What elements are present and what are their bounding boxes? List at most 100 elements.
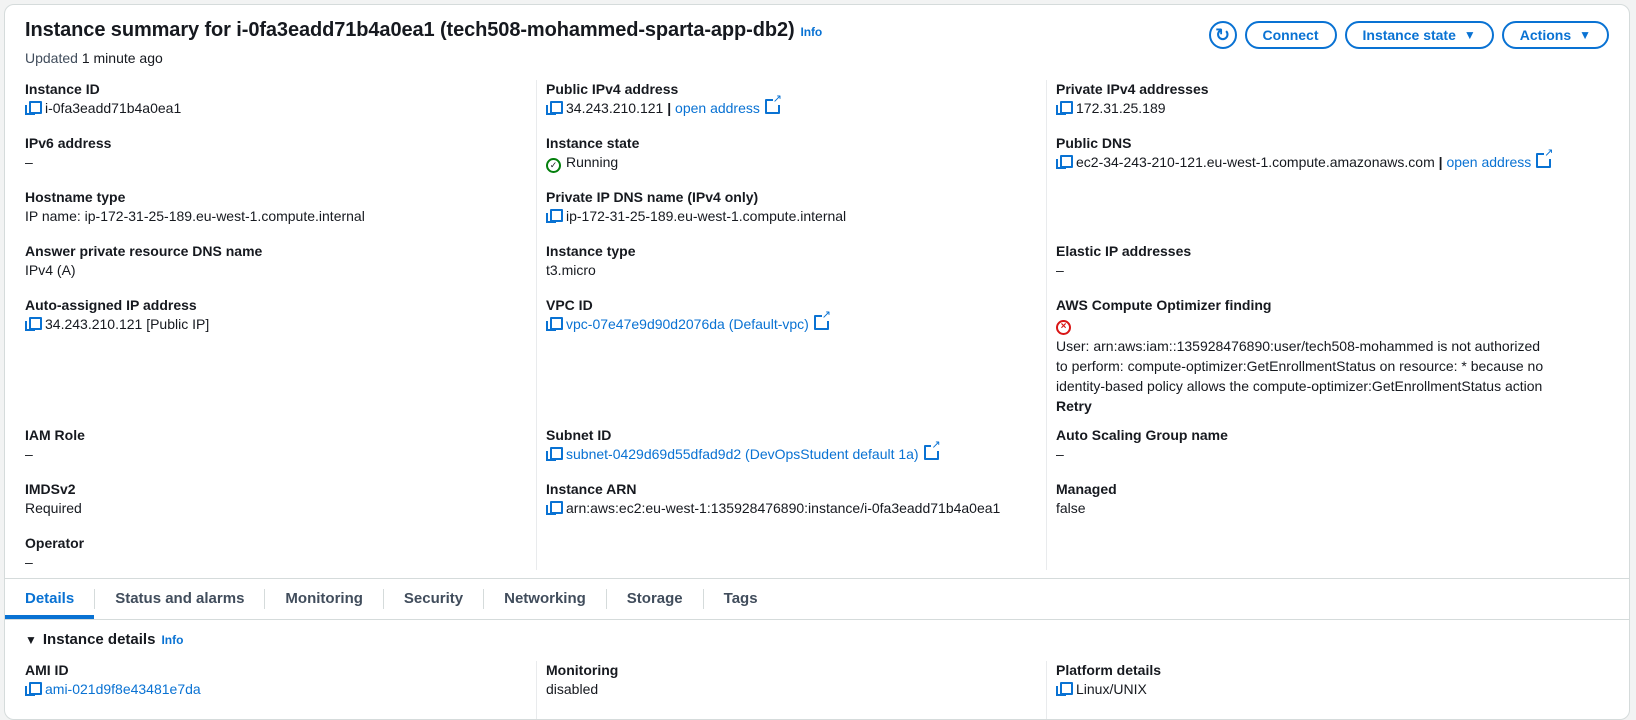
field-label: Public IPv4 address bbox=[546, 81, 679, 97]
optimizer-message: User: arn:aws:iam::135928476890:user/tec… bbox=[1056, 338, 1544, 394]
managed-value: false bbox=[1056, 500, 1086, 516]
tab-status-and-alarms[interactable]: Status and alarms bbox=[95, 589, 266, 609]
external-link-icon bbox=[764, 94, 782, 114]
field-label: Private IP DNS name (IPv4 only) bbox=[546, 189, 759, 205]
copy-icon[interactable] bbox=[546, 317, 563, 331]
field-label: Auto Scaling Group name bbox=[1056, 427, 1228, 443]
instance-details-grid: AMI ID ami-021d9f8e43481e7da Monitoring … bbox=[25, 661, 1609, 719]
open-address-link[interactable]: open address bbox=[675, 100, 760, 116]
field-label: Instance ARN bbox=[546, 481, 637, 497]
details-column-2: Monitoring disabled bbox=[536, 661, 1032, 719]
copy-icon[interactable] bbox=[1056, 155, 1073, 169]
copy-icon[interactable] bbox=[546, 447, 563, 461]
monitoring-value: disabled bbox=[546, 681, 599, 697]
instance-summary-panel: Instance summary for i-0fa3eadd71b4a0ea1… bbox=[4, 4, 1630, 720]
updated-time: 1 minute ago bbox=[81, 50, 163, 66]
instance-details-title: Instance details bbox=[42, 631, 156, 648]
field-label: Auto-assigned IP address bbox=[25, 297, 197, 313]
field-imdsv2: IMDSv2 Required bbox=[25, 480, 520, 517]
copy-icon[interactable] bbox=[25, 317, 42, 331]
copy-icon[interactable] bbox=[546, 209, 563, 223]
tab-details[interactable]: Details bbox=[5, 589, 96, 619]
field-answer-dns: Answer private resource DNS name IPv4 (A… bbox=[25, 242, 520, 279]
tab-monitoring[interactable]: Monitoring bbox=[265, 589, 384, 609]
copy-icon[interactable] bbox=[1056, 682, 1073, 696]
refresh-icon: ↻ bbox=[1214, 24, 1231, 45]
field-monitoring: Monitoring disabled bbox=[546, 661, 1041, 698]
field-platform: Platform details Linux/UNIX bbox=[1056, 661, 1551, 698]
field-vpc-id: VPC ID vpc-07e47e9d90d2076da (Default-vp… bbox=[546, 296, 1041, 333]
private-ipv4-value: 172.31.25.189 bbox=[1076, 100, 1166, 116]
copy-icon[interactable] bbox=[546, 501, 563, 515]
operator-value: – bbox=[25, 554, 33, 570]
field-instance-state: Instance state ✓ Running bbox=[546, 134, 1041, 173]
auto-ip-value: 34.243.210.121 [Public IP] bbox=[45, 316, 210, 332]
connect-label: Connect bbox=[1262, 27, 1319, 43]
field-label: AWS Compute Optimizer finding bbox=[1056, 297, 1272, 313]
check-circle-icon: ✓ bbox=[546, 158, 561, 173]
field-optimizer: AWS Compute Optimizer finding × User: ar… bbox=[1056, 296, 1551, 415]
field-label: Instance ID bbox=[25, 81, 100, 97]
field-ami-id: AMI ID ami-021d9f8e43481e7da bbox=[25, 661, 520, 698]
instance-state-label: Instance state bbox=[1362, 27, 1456, 43]
copy-icon[interactable] bbox=[1056, 101, 1073, 115]
summary-column-3: Private IPv4 addresses 172.31.25.189 Pub… bbox=[1046, 80, 1554, 570]
retry-link[interactable]: Retry bbox=[1056, 397, 1551, 415]
updated-text: Updated 1 minute ago bbox=[25, 50, 1609, 66]
field-private-dns: Private IP DNS name (IPv4 only) ip-172-3… bbox=[546, 188, 1041, 225]
tab-networking[interactable]: Networking bbox=[484, 589, 607, 609]
field-label: Subnet ID bbox=[546, 427, 612, 443]
copy-icon[interactable] bbox=[546, 101, 563, 115]
open-address-link[interactable]: open address bbox=[1446, 154, 1531, 170]
actions-label: Actions bbox=[1519, 27, 1572, 43]
imdsv2-value: Required bbox=[25, 500, 82, 516]
asg-name-value: – bbox=[1056, 446, 1064, 462]
field-label: Private IPv4 addresses bbox=[1056, 81, 1209, 97]
copy-icon[interactable] bbox=[25, 682, 42, 696]
public-dns-value: ec2-34-243-210-121.eu-west-1.compute.ama… bbox=[1076, 154, 1435, 170]
header-actions: ↻ Connect Instance state ▼ Actions ▼ bbox=[1208, 21, 1609, 49]
instance-type-link[interactable]: t3.micro bbox=[546, 261, 1041, 279]
details-column-1: AMI ID ami-021d9f8e43481e7da bbox=[25, 661, 520, 719]
actions-button[interactable]: Actions ▼ bbox=[1501, 21, 1609, 49]
field-label: Hostname type bbox=[25, 189, 126, 205]
subnet-id-link[interactable]: subnet-0429d69d55dfad9d2 (DevOpsStudent … bbox=[566, 446, 919, 462]
connect-button[interactable]: Connect bbox=[1244, 21, 1337, 49]
answer-dns-value: IPv4 (A) bbox=[25, 262, 76, 278]
summary-header: Instance summary for i-0fa3eadd71b4a0ea1… bbox=[25, 19, 1609, 69]
copy-icon[interactable] bbox=[25, 101, 42, 115]
hostname-type-value: IP name: ip-172-31-25-189.eu-west-1.comp… bbox=[25, 208, 365, 224]
field-label: AMI ID bbox=[25, 662, 69, 678]
external-link-icon bbox=[813, 310, 831, 330]
summary-column-2: Public IPv4 address 34.243.210.121 | ope… bbox=[536, 80, 1032, 570]
tab-storage[interactable]: Storage bbox=[607, 589, 704, 609]
field-instance-type: Instance type t3.micro bbox=[546, 242, 1041, 279]
platform-value: Linux/UNIX bbox=[1076, 681, 1147, 697]
summary-grid: Instance ID i-0fa3eadd71b4a0ea1 IPv6 add… bbox=[25, 80, 1609, 580]
error-icon: × bbox=[1056, 320, 1071, 335]
field-instance-id: Instance ID i-0fa3eadd71b4a0ea1 bbox=[25, 80, 520, 117]
tab-security[interactable]: Security bbox=[384, 589, 485, 609]
instance-id-value: i-0fa3eadd71b4a0ea1 bbox=[45, 100, 182, 116]
field-label: Monitoring bbox=[546, 662, 619, 678]
private-dns-value: ip-172-31-25-189.eu-west-1.compute.inter… bbox=[566, 208, 847, 224]
field-label: Answer private resource DNS name bbox=[25, 243, 263, 259]
field-subnet-id: Subnet ID subnet-0429d69d55dfad9d2 (DevO… bbox=[546, 426, 1041, 463]
field-auto-ip: Auto-assigned IP address 34.243.210.121 … bbox=[25, 296, 520, 333]
instance-state-button[interactable]: Instance state ▼ bbox=[1344, 21, 1494, 49]
instance-details-toggle[interactable]: ▼ Instance details Info bbox=[25, 631, 183, 648]
info-link[interactable]: Info bbox=[161, 633, 183, 647]
detail-tabs: Details Status and alarms Monitoring Sec… bbox=[5, 578, 1629, 620]
updated-prefix: Updated bbox=[25, 50, 78, 66]
tab-tags[interactable]: Tags bbox=[704, 589, 778, 609]
field-elastic-ip: Elastic IP addresses – bbox=[1056, 242, 1551, 279]
vpc-id-link[interactable]: vpc-07e47e9d90d2076da (Default-vpc) bbox=[566, 316, 809, 332]
field-label: Operator bbox=[25, 535, 85, 551]
caret-down-icon: ▼ bbox=[1463, 28, 1476, 42]
ami-id-link[interactable]: ami-021d9f8e43481e7da bbox=[45, 681, 201, 697]
refresh-button[interactable]: ↻ bbox=[1208, 21, 1237, 49]
info-link[interactable]: Info bbox=[801, 25, 823, 39]
caret-down-icon: ▼ bbox=[1579, 28, 1591, 42]
details-column-3: Platform details Linux/UNIX bbox=[1046, 661, 1542, 719]
field-ipv6: IPv6 address – bbox=[25, 134, 520, 171]
